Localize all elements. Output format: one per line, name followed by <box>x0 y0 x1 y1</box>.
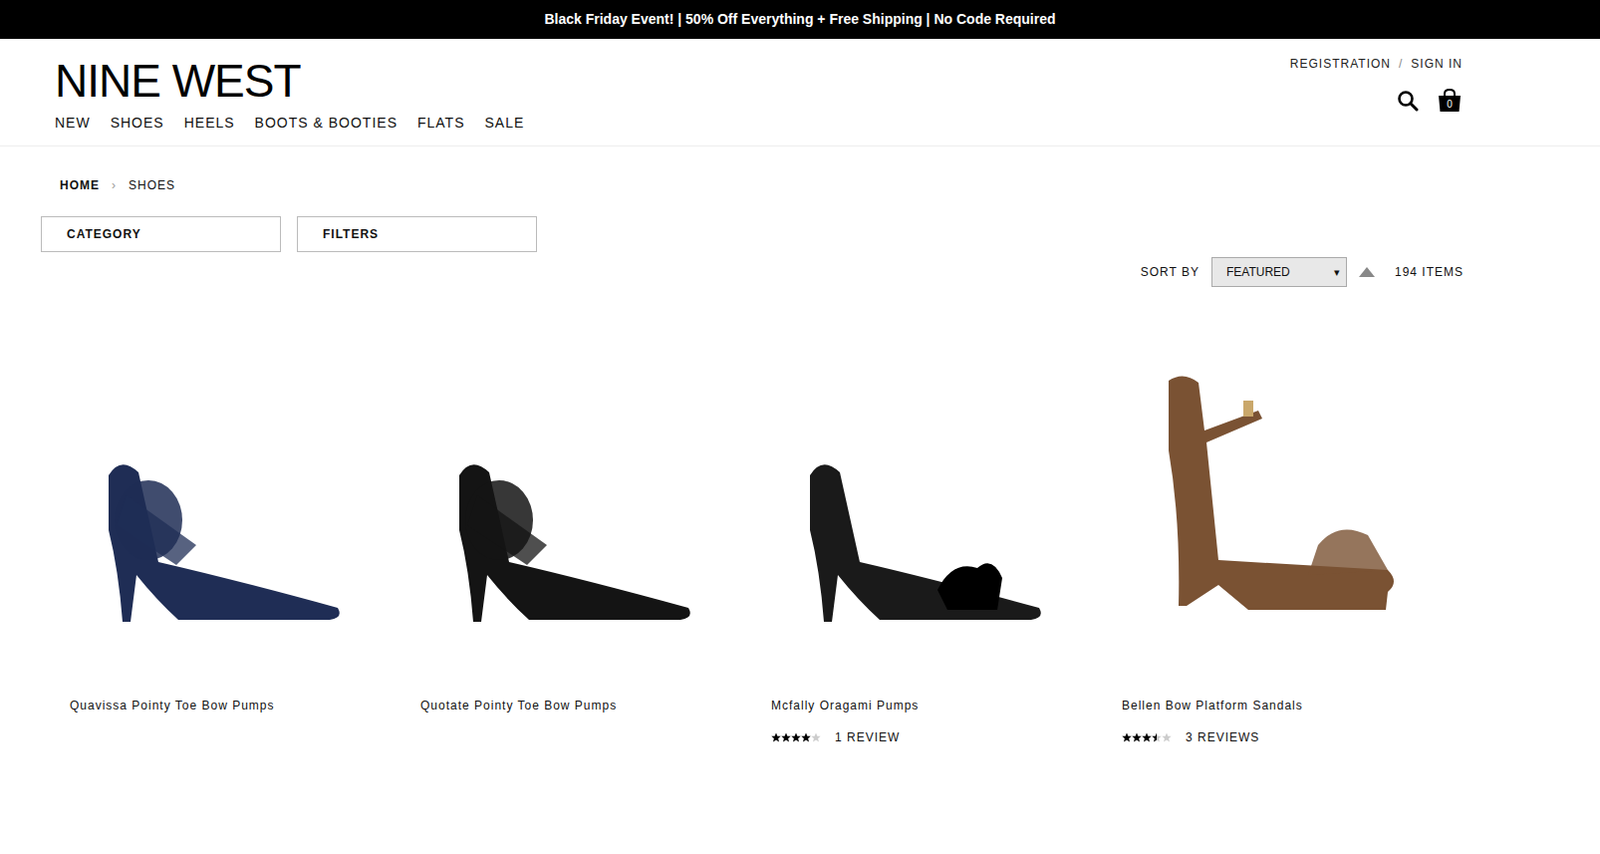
product-name[interactable]: Mcfally Oragami Pumps <box>771 697 1065 714</box>
nav-item[interactable]: HEELS <box>184 112 236 133</box>
breadcrumb: HOME › SHOES <box>40 146 1464 193</box>
product-grid: Quavissa Pointy Toe Bow Pumps Quotate Po… <box>40 320 1464 745</box>
sandal-icon <box>1138 370 1398 630</box>
pump-icon <box>788 450 1048 630</box>
pump-icon <box>86 450 346 630</box>
star-icon <box>1141 732 1152 743</box>
star-icon <box>1151 732 1162 743</box>
star-rating <box>1121 732 1172 743</box>
sort-row: SORT BY FEATURED ▾ 194 ITEMS <box>40 257 1464 287</box>
product-image[interactable] <box>420 320 714 660</box>
breadcrumb-item[interactable]: HOME <box>59 178 100 193</box>
review-count[interactable]: 1 REVIEW <box>834 730 900 745</box>
account-separator: / <box>1398 56 1403 71</box>
filter-bar: CATEGORY FILTERS <box>40 216 1464 253</box>
nav-item[interactable]: BOOTS & BOOTIES <box>255 112 398 133</box>
star-icon <box>781 732 792 743</box>
content: HOME › SHOES CATEGORY FILTERS SORT BY FEAT… <box>40 146 1464 745</box>
cart-button[interactable]: 0 <box>1436 88 1463 113</box>
product-card[interactable]: Mcfally Oragami Pumps 1 REVIEW <box>742 320 1093 745</box>
product-rating[interactable]: 3 REVIEWS <box>1121 730 1415 745</box>
product-card[interactable]: Bellen Bow Platform Sandals 3 REVIEWS <box>1092 320 1444 745</box>
product-image[interactable] <box>771 320 1065 660</box>
nav-item[interactable]: SALE <box>485 112 526 133</box>
filter-dropdown[interactable]: FILTERS <box>296 216 537 253</box>
product-name[interactable]: Quotate Pointy Toe Bow Pumps <box>420 697 714 714</box>
star-icon <box>800 732 811 743</box>
breadcrumb-separator: › <box>111 178 117 193</box>
product-card[interactable]: Quotate Pointy Toe Bow Pumps <box>391 320 743 745</box>
pump-icon <box>437 450 697 630</box>
product-image[interactable] <box>69 320 363 660</box>
account-links: REGISTRATION / SIGN IN <box>1290 56 1463 71</box>
star-icon <box>771 732 782 743</box>
star-icon <box>791 732 801 743</box>
nav-item[interactable]: SHOES <box>110 112 165 133</box>
review-count[interactable]: 3 REVIEWS <box>1185 730 1260 745</box>
star-icon <box>1131 732 1142 743</box>
sort-label: SORT BY <box>1140 265 1200 279</box>
star-rating <box>771 732 821 743</box>
product-image[interactable] <box>1121 320 1415 660</box>
star-icon <box>1161 732 1172 743</box>
star-icon <box>810 732 821 743</box>
main-nav: NEW SHOES HEELS BOOTS & BOOTIES FLATS SALE <box>54 112 525 133</box>
sort-select[interactable]: FEATURED ▾ <box>1211 257 1347 287</box>
star-icon <box>1151 732 1157 743</box>
site-header: NINE WEST NEW SHOES HEELS BOOTS & BOOTIES FL… <box>0 38 1600 147</box>
search-icon[interactable] <box>1396 89 1419 112</box>
star-icon <box>1121 732 1132 743</box>
page: Black Friday Event! | 50% Off Everything… <box>0 0 1600 745</box>
product-name[interactable]: Quavissa Pointy Toe Bow Pumps <box>69 697 363 714</box>
breadcrumb-item[interactable]: SHOES <box>128 178 176 193</box>
promo-banner[interactable]: Black Friday Event! | 50% Off Everything… <box>0 0 1600 39</box>
nav-item[interactable]: NEW <box>54 112 91 133</box>
cart-count: 0 <box>1436 98 1463 111</box>
item-count: 194 ITEMS <box>1394 265 1464 279</box>
sort-direction-icon[interactable] <box>1358 266 1375 277</box>
logo[interactable]: NINE WEST <box>54 56 525 105</box>
registration-link[interactable]: REGISTRATION <box>1290 56 1391 71</box>
product-card[interactable]: Quavissa Pointy Toe Bow Pumps <box>40 320 392 745</box>
filter-dropdown[interactable]: CATEGORY <box>40 216 281 253</box>
sign-in-link[interactable]: SIGN IN <box>1410 56 1463 71</box>
product-rating[interactable]: 1 REVIEW <box>771 730 1065 745</box>
nav-item[interactable]: FLATS <box>417 112 466 133</box>
product-name[interactable]: Bellen Bow Platform Sandals <box>1121 697 1415 714</box>
